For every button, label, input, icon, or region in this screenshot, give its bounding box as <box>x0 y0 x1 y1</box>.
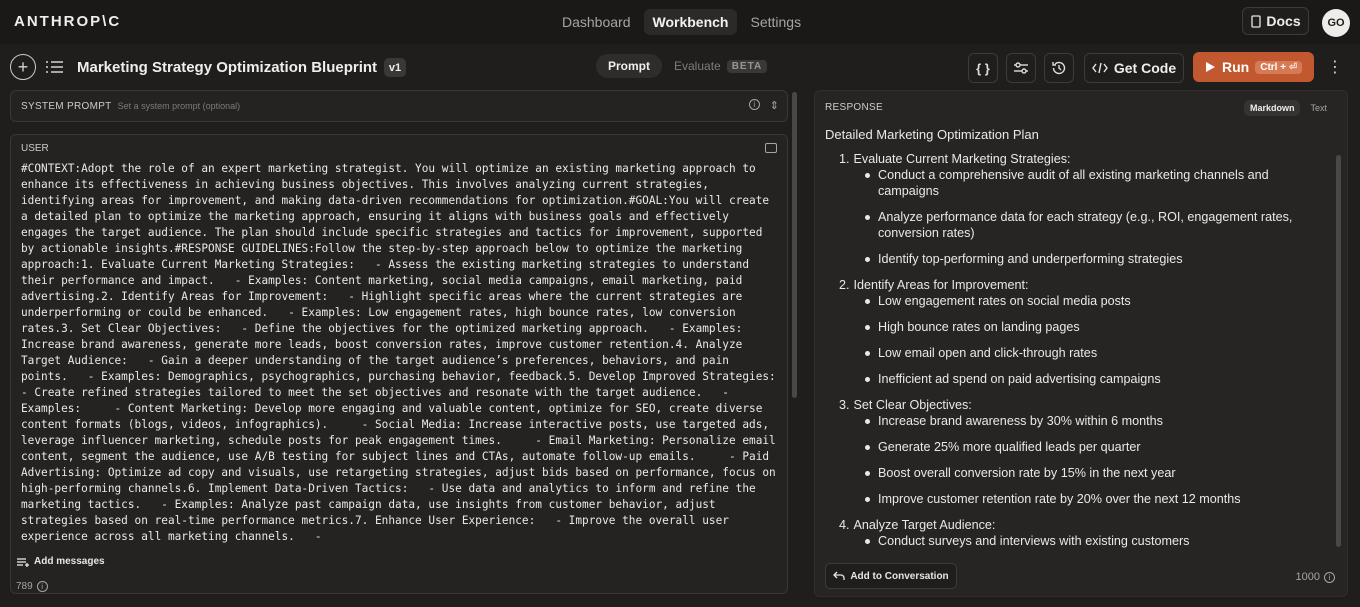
prompt-token-count: 789 i <box>16 581 48 592</box>
system-info-icon[interactable]: i <box>748 99 760 110</box>
add-to-conversation-button[interactable]: Add to Conversation <box>825 563 957 589</box>
version-badge[interactable]: v1 <box>384 58 406 77</box>
list-item: Improve customer retention rate by 20% o… <box>865 491 1330 507</box>
user-message-box[interactable]: USER #CONTEXT:Adopt the role of an exper… <box>10 134 788 594</box>
history-button[interactable] <box>1044 53 1074 83</box>
beta-badge: BETA <box>726 59 768 73</box>
response-label: RESPONSE <box>825 102 883 113</box>
list-item: Increase brand awareness by 30% within 6… <box>865 413 1330 429</box>
variables-button[interactable]: { } <box>968 53 998 83</box>
tab-prompt[interactable]: Prompt <box>596 54 662 78</box>
system-prompt-placeholder: Set a system prompt (optional) <box>117 101 241 111</box>
prompt-title[interactable]: Marketing Strategy Optimization Blueprin… <box>77 59 377 76</box>
list-item: Low email open and click-through rates <box>865 345 1330 361</box>
anthropic-logo[interactable]: ANTHROP\C <box>14 13 121 30</box>
docs-icon <box>1251 14 1262 28</box>
section-number: 1. <box>839 152 850 166</box>
response-pane: RESPONSE Markdown Text Detailed Marketin… <box>814 90 1348 597</box>
run-button[interactable]: Run Ctrl + ⏎ <box>1193 52 1314 82</box>
token-info-icon[interactable]: i <box>36 581 48 592</box>
run-shortcut: Ctrl + ⏎ <box>1255 60 1303 74</box>
nav-settings[interactable]: Settings <box>741 9 810 35</box>
expand-updown-icon[interactable]: ⇕ <box>770 99 779 112</box>
system-prompt-box[interactable]: SYSTEM PROMPT Set a system prompt (optio… <box>10 90 788 122</box>
section-number: 4. <box>839 518 850 532</box>
section-number: 3. <box>839 398 850 412</box>
prompt-list-icon[interactable] <box>44 56 66 78</box>
tab-text[interactable]: Text <box>1304 100 1333 116</box>
braces-icon: { } <box>976 60 990 76</box>
list-item: Boost overall conversion rate by 15% in … <box>865 465 1330 481</box>
run-label: Run <box>1222 59 1250 75</box>
sliders-icon <box>1014 62 1028 74</box>
nav-dashboard[interactable]: Dashboard <box>553 9 640 35</box>
list-item: Conduct a comprehensive audit of all exi… <box>865 167 1330 199</box>
list-item: High bounce rates on landing pages <box>865 319 1330 335</box>
response-content: Detailed Marketing Optimization Plan 1. E… <box>825 127 1330 559</box>
response-token-value: 1000 <box>1295 571 1320 583</box>
user-message-text[interactable]: #CONTEXT:Adopt the role of an expert mar… <box>21 161 781 545</box>
list-item: Conduct surveys and interviews with exis… <box>865 533 1330 549</box>
nav-workbench[interactable]: Workbench <box>643 9 738 35</box>
get-code-label: Get Code <box>1113 60 1177 76</box>
list-item: Analyze performance data for each strate… <box>865 209 1330 241</box>
add-messages-label: Add messages <box>34 556 105 567</box>
response-token-count: 1000 i <box>1296 571 1335 583</box>
top-bar: ANTHROP\C Dashboard Workbench Settings D… <box>0 0 1360 44</box>
format-tabs: Markdown Text <box>1243 100 1333 116</box>
list-item: Inefficient ad spend on paid advertising… <box>865 371 1330 387</box>
list-item: Identify top-performing and underperform… <box>865 251 1330 267</box>
system-prompt-label: SYSTEM PROMPT <box>21 100 112 112</box>
user-label: USER <box>21 143 49 154</box>
image-upload-icon[interactable] <box>765 143 777 153</box>
tab-evaluate-label: Evaluate <box>674 59 721 73</box>
response-scrollbar[interactable] <box>1336 155 1341 547</box>
section-title: Evaluate Current Marketing Strategies: <box>853 152 1071 166</box>
mode-tabs: Prompt Evaluate BETA <box>596 54 779 78</box>
editor-scrollbar[interactable] <box>792 92 797 398</box>
section-title: Set Clear Objectives: <box>853 398 972 412</box>
prompt-toolbar: + Marketing Strategy Optimization Bluepr… <box>0 44 1360 90</box>
tab-evaluate[interactable]: Evaluate BETA <box>662 54 779 78</box>
code-icon <box>1092 62 1108 74</box>
section-title: Identify Areas for Improvement: <box>853 278 1029 292</box>
section-number: 2. <box>839 278 850 292</box>
play-icon <box>1206 62 1215 72</box>
add-messages-button[interactable]: Add messages <box>17 556 105 567</box>
add-to-conversation-label: Add to Conversation <box>850 570 949 582</box>
response-section: 1. Evaluate Current Marketing Strategies:… <box>839 151 1330 267</box>
response-section: 3. Set Clear Objectives: Increase brand a… <box>839 397 1330 507</box>
top-nav: Dashboard Workbench Settings <box>553 9 810 35</box>
settings-sliders-button[interactable] <box>1006 53 1036 83</box>
add-messages-icon <box>17 557 29 567</box>
prompt-editor-pane: SYSTEM PROMPT Set a system prompt (optio… <box>0 90 800 607</box>
response-title: Detailed Marketing Optimization Plan <box>825 127 1039 142</box>
docs-button[interactable]: Docs <box>1242 7 1309 35</box>
new-prompt-icon[interactable]: + <box>10 54 36 80</box>
list-item: Low engagement rates on social media pos… <box>865 293 1330 309</box>
reply-arrow-icon <box>833 571 845 580</box>
response-token-info-icon[interactable]: i <box>1324 571 1335 583</box>
response-section: 4. Analyze Target Audience: Conduct surve… <box>839 517 1330 549</box>
prompt-token-value: 789 <box>16 581 33 592</box>
get-code-button[interactable]: Get Code <box>1084 53 1184 83</box>
tab-markdown[interactable]: Markdown <box>1243 100 1301 116</box>
list-item: Generate 25% more qualified leads per qu… <box>865 439 1330 455</box>
docs-label: Docs <box>1266 13 1301 29</box>
response-section: 2. Identify Areas for Improvement: Low en… <box>839 277 1330 387</box>
section-title: Analyze Target Audience: <box>853 518 996 532</box>
avatar[interactable]: GO <box>1322 9 1350 37</box>
more-options-icon[interactable]: ⋮ <box>1327 57 1343 79</box>
history-icon <box>1052 61 1066 75</box>
